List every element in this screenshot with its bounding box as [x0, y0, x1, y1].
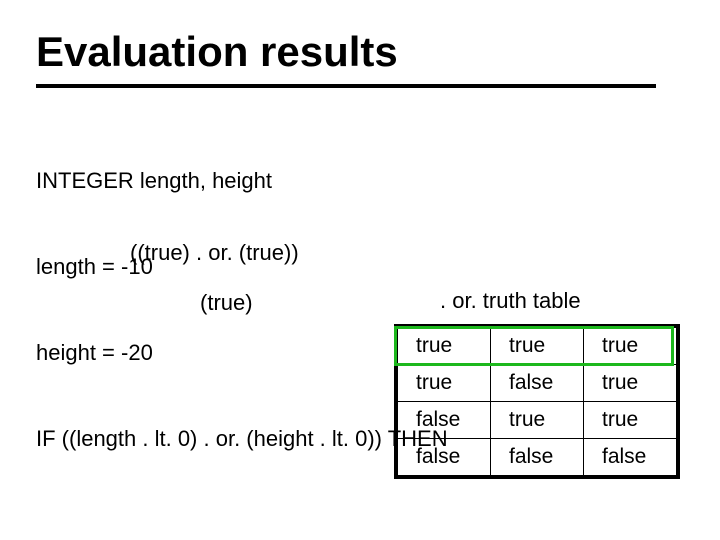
table-cell: false	[396, 439, 491, 478]
table-cell: true	[584, 326, 679, 365]
table-cell: true	[491, 402, 584, 439]
code-line-4: IF ((length . lt. 0) . or. (height . lt.…	[36, 425, 448, 454]
table-cell: false	[491, 365, 584, 402]
table-cell: true	[396, 365, 491, 402]
table-cell: false	[491, 439, 584, 478]
code-line-3: height = -20	[36, 339, 448, 368]
title-underline	[36, 84, 656, 88]
table-cell: false	[584, 439, 679, 478]
truth-table-title: . or. truth table	[440, 288, 581, 314]
evaluation-step-2: (true)	[200, 290, 253, 316]
table-row: false false false	[396, 439, 678, 478]
evaluation-step-1: ((true) . or. (true))	[130, 240, 299, 266]
truth-table: true true true true false true false tru…	[394, 324, 680, 479]
table-row: true false true	[396, 365, 678, 402]
table-cell: true	[584, 402, 679, 439]
code-line-1: INTEGER length, height	[36, 167, 448, 196]
table-cell: false	[396, 402, 491, 439]
slide-title: Evaluation results	[36, 28, 398, 76]
table-cell: true	[584, 365, 679, 402]
table-row: true true true	[396, 326, 678, 365]
table-row: false true true	[396, 402, 678, 439]
slide: Evaluation results INTEGER length, heigh…	[0, 0, 720, 540]
table-cell: true	[491, 326, 584, 365]
table-cell: true	[396, 326, 491, 365]
